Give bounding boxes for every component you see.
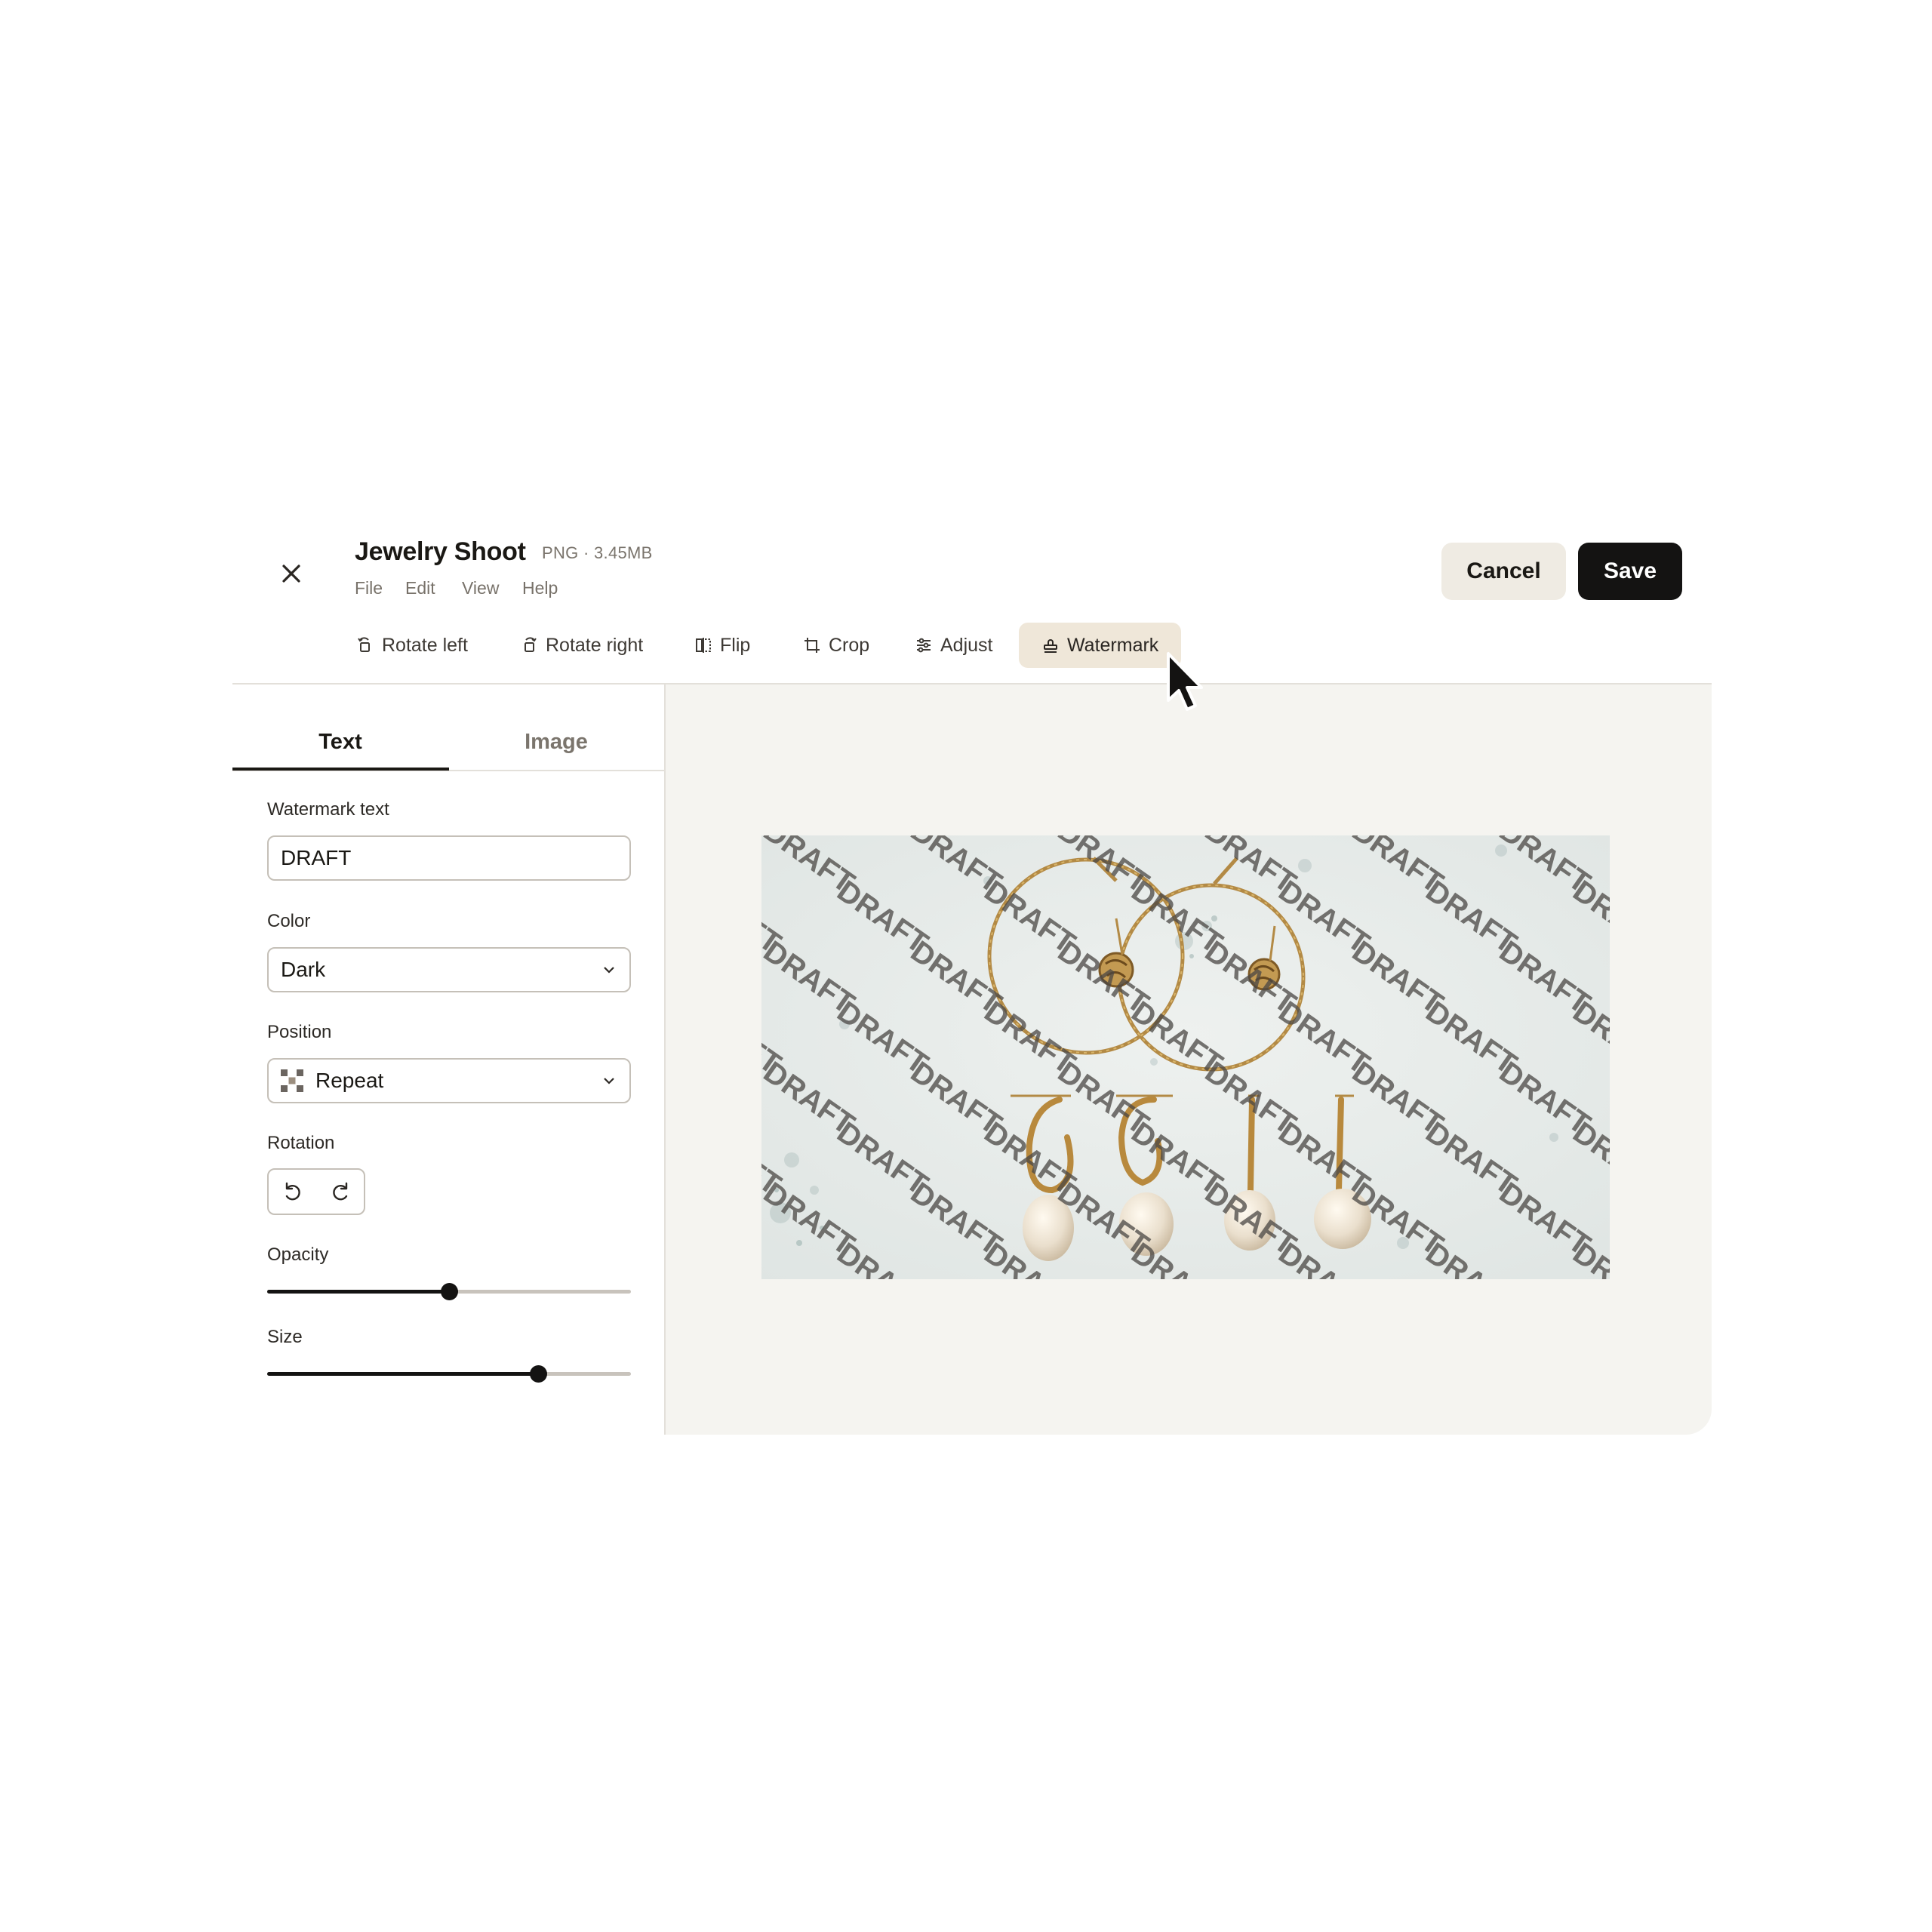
tool-label: Watermark [1067, 634, 1159, 656]
tool-adjust[interactable]: Adjust [904, 623, 1003, 668]
watermark-text-input[interactable]: DRAFT [267, 835, 631, 881]
tool-label: Adjust [940, 634, 993, 656]
repeat-pattern-icon [281, 1069, 303, 1092]
menu-view[interactable]: View [462, 578, 499, 598]
rotate-cw-button[interactable] [316, 1170, 364, 1214]
jewelry-photo: DRAFT DRAFT DRAFT DRAFT DRAFT DRAFTDRAFT DRAFT… [761, 835, 1610, 1279]
rotate-left-icon [358, 637, 370, 652]
watermark-text-label: Watermark text [267, 799, 389, 820]
rotation-controls [267, 1168, 365, 1215]
crop-icon [804, 638, 820, 653]
position-value: Repeat [315, 1069, 384, 1092]
tool-crop[interactable]: Crop [792, 623, 880, 668]
watermark-panel: Text Image Watermark text DRAFT Color Da… [232, 685, 666, 1435]
slider-fill [267, 1372, 539, 1376]
menu-edit[interactable]: Edit [405, 578, 435, 598]
slider-thumb[interactable] [530, 1365, 548, 1383]
menu-file[interactable]: File [355, 578, 383, 598]
tool-label: Rotate left [382, 634, 468, 656]
chevron-down-icon [604, 1078, 614, 1084]
watermark-text-value: DRAFT [281, 846, 352, 869]
rotate-right-icon [525, 637, 537, 652]
photo-preview[interactable]: DRAFT DRAFT DRAFT DRAFT DRAFT DRAFT DRAFT DRAFT… [761, 835, 1610, 1279]
save-button[interactable]: Save [1578, 543, 1682, 600]
tab-text[interactable]: Text [232, 730, 448, 755]
position-select[interactable]: Repeat [267, 1058, 631, 1103]
adjust-icon [917, 638, 931, 653]
tool-label: Rotate right [546, 634, 644, 656]
tool-flip[interactable]: Flip [684, 623, 761, 668]
stamp-icon [1044, 639, 1057, 653]
cancel-button[interactable]: Cancel [1441, 543, 1566, 600]
rotate-cw-icon [332, 1182, 347, 1201]
chevron-down-icon [604, 967, 614, 974]
tool-label: Flip [720, 634, 751, 656]
size-slider[interactable] [267, 1362, 631, 1385]
document-title: Jewelry Shoot [355, 537, 526, 566]
slider-thumb[interactable] [441, 1283, 458, 1300]
document-meta: PNG · 3.45MB [542, 543, 653, 562]
tool-rotate-right[interactable]: Rotate right [509, 623, 654, 668]
rotate-ccw-button[interactable] [269, 1170, 316, 1214]
tool-label: Crop [829, 634, 870, 656]
opacity-slider[interactable] [267, 1280, 631, 1303]
position-label: Position [267, 1022, 332, 1042]
color-value: Dark [281, 958, 326, 981]
close-button[interactable] [276, 558, 306, 589]
size-label: Size [267, 1327, 303, 1347]
rotate-ccw-icon [285, 1182, 300, 1201]
rotation-label: Rotation [267, 1133, 335, 1153]
tab-image[interactable]: Image [448, 730, 664, 755]
color-select[interactable]: Dark [267, 947, 631, 992]
slider-fill [267, 1290, 449, 1294]
menu-help[interactable]: Help [522, 578, 558, 598]
active-tab-indicator [232, 768, 449, 771]
color-label: Color [267, 911, 311, 931]
opacity-label: Opacity [267, 1244, 329, 1265]
image-canvas: DRAFT DRAFT DRAFT DRAFT DRAFT DRAFT DRAFT DRAFT… [666, 685, 1712, 1435]
flip-icon [696, 638, 711, 653]
tool-watermark[interactable]: Watermark [1019, 623, 1182, 668]
tool-rotate-left[interactable]: Rotate left [346, 623, 478, 668]
close-icon [282, 565, 300, 583]
